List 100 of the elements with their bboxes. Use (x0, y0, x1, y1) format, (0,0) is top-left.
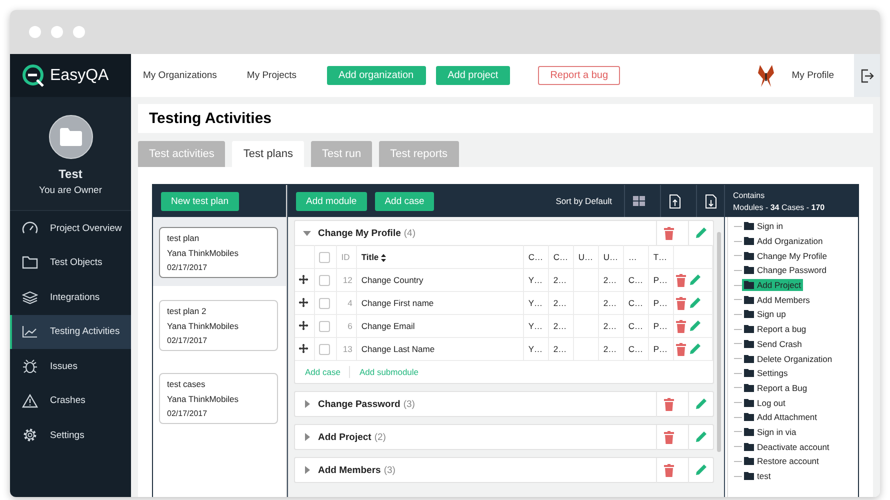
scrollbar-thumb[interactable] (717, 232, 721, 452)
table-cell: 2… (548, 292, 574, 314)
test-plan-card[interactable]: test cases Yana ThinkMobiles 02/17/2017 (159, 373, 278, 424)
tree-item[interactable]: Sign in via (742, 426, 798, 438)
table-cell: C… (624, 314, 649, 338)
table-cell: 12 (336, 268, 357, 292)
tree-item[interactable]: Change Password (742, 264, 828, 276)
tree-item[interactable]: Change My Profile (742, 250, 829, 262)
table-cell: 2… (598, 268, 624, 292)
tab[interactable]: Test plans (232, 141, 304, 167)
tree-item[interactable]: Add Members (742, 294, 812, 306)
caret-right-icon[interactable] (303, 433, 311, 441)
profile-link[interactable]: My Profile (792, 70, 834, 81)
tree-item[interactable]: Add Project (742, 279, 803, 292)
sidebar-item[interactable]: Test Objects (10, 246, 131, 280)
logout-icon (860, 68, 874, 82)
table-cell[interactable]: Change First name (356, 292, 524, 314)
upload-file-icon[interactable] (668, 194, 680, 208)
trash-icon[interactable] (664, 226, 674, 240)
caret-right-icon[interactable] (303, 466, 311, 474)
tree-item[interactable]: Restore account (742, 455, 821, 468)
grid-view-icon[interactable] (632, 196, 644, 206)
caret-down-icon[interactable] (303, 229, 311, 237)
table-cell[interactable]: Change Email (356, 314, 524, 338)
sidebar-item[interactable]: Project Overview (10, 211, 131, 246)
checkbox[interactable] (319, 252, 330, 263)
butterfly-avatar-icon[interactable] (758, 64, 774, 86)
pencil-icon[interactable] (688, 320, 701, 332)
tree-item[interactable]: Delete Organization (742, 352, 834, 365)
table-cell[interactable]: Change Country (356, 268, 524, 292)
pencil-icon[interactable] (695, 227, 707, 239)
pencil-icon[interactable] (695, 464, 707, 476)
tree-item[interactable]: test (742, 470, 773, 482)
app-name: EasyQA (50, 66, 109, 84)
sidebar-item[interactable]: Crashes (10, 384, 131, 418)
module-name[interactable]: Add Project (318, 432, 372, 442)
tree-item[interactable]: Settings (742, 367, 790, 380)
pencil-icon[interactable] (688, 297, 701, 309)
folder-icon (22, 256, 38, 270)
table-cell: 4 (336, 292, 357, 314)
checkbox[interactable] (319, 274, 330, 286)
tree-item[interactable]: Deactivate account (742, 440, 832, 453)
trash-icon[interactable] (676, 274, 686, 286)
download-file-icon[interactable] (704, 194, 716, 208)
table-cell[interactable]: Change Last Name (356, 338, 524, 360)
trash-icon[interactable] (676, 320, 686, 332)
trash-icon[interactable] (676, 296, 686, 310)
pencil-icon[interactable] (695, 431, 707, 443)
sidebar-item[interactable]: Integrations (10, 280, 131, 314)
column-header[interactable]: Title (356, 246, 524, 268)
tree-item[interactable]: Sign up (742, 308, 788, 320)
tree-item[interactable]: Add Attachment (742, 411, 820, 424)
drag-handle-icon[interactable] (299, 274, 308, 284)
trash-icon[interactable] (676, 342, 686, 356)
test-plan-card[interactable]: test plan 2 Yana ThinkMobiles 02/17/2017 (159, 300, 278, 351)
column-header: T… (648, 246, 674, 268)
tree-item[interactable]: Sign in (742, 220, 785, 232)
module-name[interactable]: Add Members (318, 464, 381, 476)
nav-link[interactable]: My Projects (246, 70, 297, 81)
module-count: (4) (404, 228, 416, 238)
sidebar-item[interactable]: Settings (10, 418, 131, 452)
sidebar-item[interactable]: Issues (10, 349, 131, 384)
caret-right-icon[interactable] (303, 400, 311, 408)
report-bug-button[interactable]: Report a bug (538, 66, 620, 85)
module-count: (3) (403, 398, 415, 410)
table-cell: Y… (524, 268, 549, 292)
project-name: Test (58, 167, 82, 181)
column-header: … (624, 246, 649, 268)
checkbox[interactable] (319, 344, 330, 355)
tree-item[interactable]: Report a bug (742, 323, 808, 336)
logout-button[interactable] (854, 54, 880, 97)
nav-link[interactable]: My Organizations (143, 70, 217, 81)
trash-icon[interactable] (664, 464, 674, 476)
drag-handle-icon[interactable] (299, 320, 308, 330)
drag-handle-icon[interactable] (299, 344, 308, 352)
trash-icon[interactable] (664, 398, 674, 410)
pencil-icon[interactable] (688, 274, 701, 286)
table-cell: Y… (524, 338, 549, 360)
module-name[interactable]: Change Password (318, 398, 400, 410)
table-cell: Y… (524, 314, 549, 338)
folder-icon (60, 128, 82, 146)
tree-item[interactable]: Send Crash (742, 338, 804, 350)
tree-item[interactable]: Report a Bug (742, 382, 810, 394)
warning-icon (22, 394, 38, 408)
tree-item[interactable]: Add Organization (742, 235, 825, 248)
pencil-icon[interactable] (688, 343, 701, 355)
drag-handle-icon[interactable] (299, 298, 308, 306)
pencil-icon[interactable] (695, 398, 707, 410)
module-name[interactable]: Change My Profile (318, 228, 401, 238)
table-cell: 2… (598, 314, 624, 338)
checkbox[interactable] (319, 298, 330, 309)
tree-item[interactable]: Log out (742, 396, 788, 409)
test-plan-card[interactable]: test plan Yana ThinkMobiles 02/17/2017 (159, 227, 278, 278)
checkbox[interactable] (319, 320, 330, 332)
plan-date: 02/17/2017 (167, 409, 208, 418)
sort-icon[interactable] (380, 254, 386, 262)
table-cell: P… (648, 338, 674, 360)
sidebar-item[interactable]: Testing Activities (10, 314, 131, 349)
sort-dropdown[interactable]: Sort by Default (556, 196, 612, 206)
trash-icon[interactable] (664, 430, 674, 444)
